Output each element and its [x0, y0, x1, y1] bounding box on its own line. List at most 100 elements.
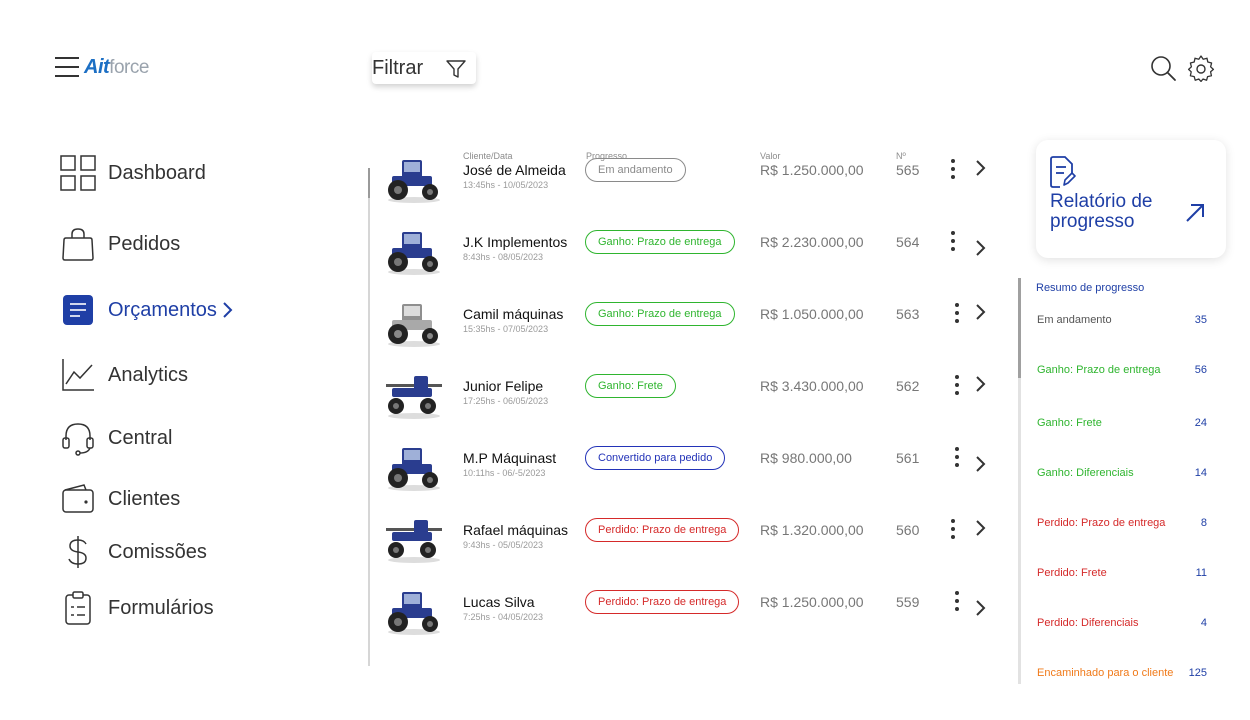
- table-row[interactable]: Rafael máquinas 9:43hs - 05/05/2023 Perdid…: [380, 508, 1005, 580]
- tractor-image: [384, 154, 442, 203]
- table-row[interactable]: Junior Felipe 17:25hs - 06/05/2023 Ganho: …: [380, 364, 1005, 436]
- sidebar-item-formularios[interactable]: Formulários: [58, 588, 214, 628]
- chevron-right-icon[interactable]: [974, 598, 988, 618]
- chart-icon: [62, 359, 94, 391]
- tractor-image: [384, 370, 442, 419]
- tractor-image: [384, 586, 442, 635]
- table-row[interactable]: Lucas Silva 7:25hs - 04/05/2023 Perdido: P…: [380, 580, 1005, 652]
- logo: Aitforce: [84, 56, 149, 79]
- gear-icon[interactable]: [1187, 54, 1215, 82]
- client-name: José de Almeida: [463, 162, 566, 178]
- sidebar-item-label: Orçamentos: [108, 298, 217, 321]
- quote-number: 559: [896, 594, 920, 610]
- tractor-image: [384, 226, 442, 275]
- scrollbar-thumb[interactable]: [1018, 278, 1021, 378]
- more-options-icon[interactable]: [952, 300, 962, 326]
- summary-item-label: Ganho: Diferenciais: [1037, 467, 1134, 479]
- status-badge: Ganho: Frete: [585, 374, 676, 398]
- table-row[interactable]: Camil máquinas 15:35hs - 07/05/2023 Ganho:…: [380, 292, 1005, 364]
- menu-icon[interactable]: [55, 57, 79, 77]
- more-options-icon[interactable]: [952, 588, 962, 614]
- chevron-right-icon[interactable]: [974, 374, 988, 394]
- report-card-title: Relatório de progresso: [1050, 191, 1153, 232]
- chevron-right-icon[interactable]: [974, 238, 988, 258]
- client-name: Lucas Silva: [463, 594, 535, 610]
- summary-item-label: Ganho: Frete: [1037, 417, 1102, 429]
- table-row[interactable]: M.P Máquinast 10:11hs - 06/-5/2023 Convert…: [380, 436, 1005, 508]
- summary-item-count: 35: [1194, 314, 1207, 326]
- sidebar-item-label: Central: [108, 426, 173, 449]
- client-date: 15:35hs - 07/05/2023: [463, 324, 549, 334]
- summary-item-count: 11: [1195, 567, 1207, 579]
- filter-label: Filtrar: [372, 56, 424, 79]
- summary-item-count: 4: [1200, 617, 1207, 629]
- sidebar-item-label: Formulários: [108, 596, 214, 619]
- summary-item-count: 24: [1194, 417, 1207, 429]
- sidebar-item-analytics[interactable]: Analytics: [58, 355, 188, 395]
- client-date: 17:25hs - 06/05/2023: [463, 396, 549, 406]
- quote-number: 562: [896, 378, 920, 394]
- table-row[interactable]: J.K Implementos 8:43hs - 08/05/2023 Ganho:…: [380, 220, 1005, 292]
- sidebar-item-pedidos[interactable]: Pedidos: [58, 224, 180, 264]
- quote-value: R$ 1.050.000,00: [760, 306, 864, 322]
- bag-icon: [62, 228, 94, 261]
- filter-icon: [446, 60, 466, 78]
- quote-number: 564: [896, 234, 920, 250]
- quote-value: R$ 3.430.000,00: [760, 378, 864, 394]
- status-badge: Em andamento: [585, 158, 686, 182]
- sidebar-item-label: Comissões: [108, 540, 207, 563]
- chevron-right-icon[interactable]: [974, 518, 988, 538]
- more-options-icon[interactable]: [952, 372, 962, 398]
- more-options-icon[interactable]: [948, 516, 958, 542]
- sidebar-item-comissoes[interactable]: Comissões: [58, 532, 207, 572]
- search-icon[interactable]: [1149, 54, 1177, 82]
- client-date: 13:45hs - 10/05/2023: [463, 180, 549, 190]
- status-badge: Perdido: Prazo de entrega: [585, 590, 740, 614]
- quote-value: R$ 1.250.000,00: [760, 594, 864, 610]
- sidebar-item-orcamentos[interactable]: Orçamentos: [58, 290, 235, 330]
- client-date: 8:43hs - 08/05/2023: [463, 252, 544, 262]
- summary-scrollbar[interactable]: [1018, 278, 1021, 684]
- summary-item-count: 56: [1194, 364, 1207, 376]
- list-scrollbar[interactable]: [368, 168, 370, 666]
- tractor-image: [384, 514, 442, 563]
- quote-number: 560: [896, 522, 920, 538]
- scrollbar-thumb[interactable]: [368, 168, 370, 198]
- quote-number: 563: [896, 306, 920, 322]
- document-icon: [63, 295, 93, 325]
- progress-report-card[interactable]: Relatório de progresso: [1036, 140, 1226, 258]
- filter-button[interactable]: Filtrar: [372, 52, 476, 84]
- more-options-icon[interactable]: [948, 156, 958, 182]
- summary-item-label: Perdido: Prazo de entrega: [1037, 517, 1166, 529]
- summary-item-count: 125: [1188, 667, 1207, 679]
- summary-item-count: 14: [1194, 467, 1207, 479]
- chevron-right-icon[interactable]: [974, 158, 988, 178]
- sidebar-item-central[interactable]: Central: [58, 418, 172, 458]
- sidebar-item-clientes[interactable]: Clientes: [58, 479, 180, 519]
- summary-item-label: Perdido: Frete: [1037, 567, 1107, 579]
- status-badge: Ganho: Prazo de entrega: [585, 302, 735, 326]
- logo-mark: Ait: [84, 56, 110, 78]
- clipboard-icon: [65, 591, 91, 625]
- chevron-right-icon[interactable]: [974, 302, 988, 322]
- more-options-icon[interactable]: [948, 228, 958, 254]
- arrow-up-right-icon[interactable]: [1184, 202, 1206, 224]
- dollar-icon: [68, 536, 87, 568]
- client-name: Camil máquinas: [463, 306, 564, 322]
- status-badge: Ganho: Prazo de entrega: [585, 230, 735, 254]
- logo-word: force: [109, 57, 149, 78]
- table-row[interactable]: José de Almeida 13:45hs - 10/05/2023 Em an…: [380, 148, 1005, 220]
- quote-value: R$ 1.320.000,00: [760, 522, 864, 538]
- quote-number: 565: [896, 162, 920, 178]
- report-document-icon: [1050, 156, 1076, 188]
- client-name: Junior Felipe: [463, 378, 544, 394]
- summary-item-label: Em andamento: [1037, 314, 1112, 326]
- chevron-right-icon[interactable]: [974, 454, 988, 474]
- client-date: 7:25hs - 04/05/2023: [463, 612, 544, 622]
- sidebar-item-label: Analytics: [108, 363, 189, 386]
- more-options-icon[interactable]: [952, 444, 962, 470]
- client-date: 10:11hs - 06/-5/2023: [463, 468, 546, 478]
- client-name: M.P Máquinast: [463, 450, 557, 466]
- tractor-image: [384, 442, 442, 491]
- sidebar-item-dashboard[interactable]: Dashboard: [58, 153, 206, 193]
